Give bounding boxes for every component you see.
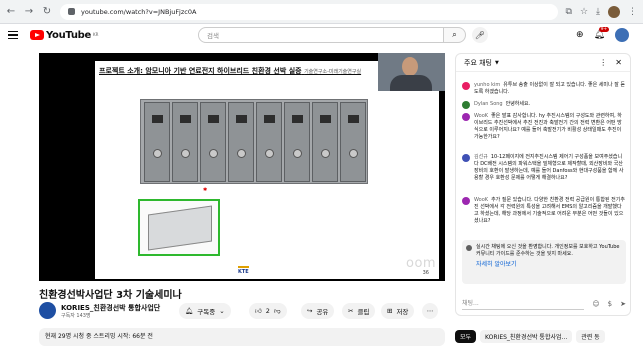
live-chat-panel: 주요 채팅 ▼ ⋮ ✕ yunho kim 유투브 송출 이상없이 잘 되고 있습… (455, 53, 631, 316)
description-box[interactable]: 현재 29명 시청 중 스트리밍 시작: 66분 전 (39, 328, 445, 346)
chat-text: 추가 질문 있습니다. 다양한 친환경 전력 공급원이 통합된 전기추진 선박에… (474, 197, 625, 224)
download-icon[interactable]: ⤓ (596, 7, 600, 17)
chat-text: 좋은 발표 감사합니다. hy 추진시스템의 구성도와 관련하여, 하이브리드 … (474, 113, 622, 140)
mic-icon: 🎤︎ (474, 30, 486, 40)
welcome-text: 실시간 채팅에 오신 것을 환영합니다. 개인정보를 보호하고 YouTube … (476, 244, 620, 257)
channel-row: KORIES_친환경선박 통합사업단 구독자 143명 🔔︎ 구독중 ⌄ 👍︎ … (39, 300, 445, 322)
switchboard-image (140, 99, 368, 184)
chat-avatar (462, 101, 470, 109)
forward-icon[interactable]: → (24, 6, 34, 17)
region-label: KR (93, 31, 99, 37)
browser-toolbar: ⧉ ☆ ⤓ ⋮ (566, 5, 637, 18)
marker-icon: ✱ (203, 187, 208, 193)
controller-image (138, 199, 220, 256)
youtube-play-icon (30, 30, 44, 40)
slide-subtitle: 기술연구소-미래기술연구실 (304, 69, 362, 75)
slide-title: 프로젝트 소개: 암모니아 기반 연료전지 하이브리드 친환경 선박 실증 기술… (99, 67, 362, 75)
super-chat-icon[interactable]: $ (608, 300, 612, 308)
menu-icon[interactable] (8, 31, 18, 39)
search-button[interactable]: ⌕ (444, 27, 466, 43)
slide-logo: KTE (238, 266, 249, 275)
url-text: youtube.com/watch?v=JNBjuFjzc0A (81, 7, 197, 16)
chevron-down-icon[interactable]: ▼ (495, 60, 499, 66)
header-actions: ⊕ 🔔︎ 9+ (576, 27, 629, 42)
notifications-button[interactable]: 🔔︎ 9+ (594, 27, 610, 40)
related-chips: 모두 KORIES_친환경선박 통합사업... 관련 동 (455, 330, 643, 346)
share-button[interactable]: ↪ 공유 (301, 303, 335, 319)
more-icon: ⋯ (426, 307, 434, 315)
bell-icon: 🔔︎ (185, 307, 194, 315)
save-icon: ⊞ (387, 307, 393, 315)
back-icon[interactable]: ← (6, 6, 16, 17)
clip-button[interactable]: ✂ 클립 (342, 303, 376, 319)
chat-message: WooK 추가 질문 있습니다. 다양한 친환경 전력 공급원이 통합된 전기추진… (462, 197, 626, 225)
video-title: 친환경선박사업단 3차 기술세미나 (39, 290, 182, 301)
subscriber-count: 구독자 143명 (61, 313, 91, 319)
install-icon[interactable]: ⧉ (566, 7, 572, 17)
video-slide: 프로젝트 소개: 암모니아 기반 연료전지 하이브리드 친환경 선박 실증 기술… (95, 61, 439, 279)
chat-author: WooK (474, 113, 489, 119)
channel-avatar[interactable] (39, 302, 56, 319)
video-player[interactable]: 프로젝트 소개: 암모니아 기반 연료전지 하이브리드 친환경 선박 실증 기술… (39, 53, 445, 281)
presenter-webcam (378, 53, 445, 91)
bookmark-star-icon[interactable]: ☆ (580, 7, 588, 17)
browser-menu-icon[interactable]: ⋮ (628, 7, 637, 17)
share-icon: ↪ (307, 307, 313, 315)
chat-author: 김선규 (474, 154, 488, 160)
create-icon[interactable]: ⊕ (576, 30, 584, 40)
browser-bar: ← → ↻ youtube.com/watch?v=JNBjuFjzc0A ⧉ … (0, 0, 643, 24)
voice-search-button[interactable]: 🎤︎ (472, 27, 488, 43)
chat-avatar (462, 197, 470, 205)
youtube-logo[interactable]: YouTube KR (30, 30, 98, 41)
search-input[interactable]: 검색 (198, 27, 444, 43)
chat-message: 김선규 10-12페이지에 전지추진시스템 제어기 구성품을 보여주셨습니다 DC… (462, 154, 626, 182)
chat-avatar (462, 154, 470, 162)
youtube-header: YouTube KR 검색 ⌕ 🎤︎ ⊕ 🔔︎ 9+ (0, 24, 643, 46)
like-button[interactable]: 👍︎ 2 👎︎ (249, 303, 287, 319)
logo-text: YouTube (46, 29, 91, 41)
chat-header: 주요 채팅 ▼ ⋮ ✕ (456, 54, 630, 72)
chip-channel[interactable]: KORIES_친환경선박 통합사업... (480, 330, 573, 343)
chat-text: 안녕하세요. (505, 101, 531, 107)
chat-message: yunho kim 유투브 송출 이상없이 잘 되고 있습니다. 좋은 세미나 잘… (462, 82, 626, 96)
chat-mode-selector[interactable]: 주요 채팅 (464, 58, 492, 68)
search-placeholder: 검색 (207, 32, 219, 40)
address-bar[interactable]: youtube.com/watch?v=JNBjuFjzc0A (60, 3, 558, 20)
reload-icon[interactable]: ↻ (42, 6, 52, 17)
send-icon[interactable]: ➤ (620, 300, 626, 308)
browser-profile-avatar[interactable] (608, 5, 620, 18)
close-icon[interactable]: ✕ (615, 58, 622, 67)
account-avatar[interactable] (615, 28, 629, 42)
chat-author: WooK (474, 197, 489, 203)
chat-input-row: 채팅... ☺ $ ➤ (462, 297, 626, 311)
chevron-down-icon: ⌄ (219, 307, 225, 315)
view-stats: 현재 29명 시청 중 스트리밍 시작: 66분 전 (45, 333, 153, 340)
chat-avatar (462, 113, 470, 121)
chat-input[interactable]: 채팅... (462, 298, 585, 310)
scissors-icon: ✂ (348, 307, 354, 315)
search-icon: ⌕ (452, 30, 457, 39)
info-icon (466, 245, 472, 251)
chat-message: Dylan Song 안녕하세요. (462, 101, 626, 109)
learn-more-link[interactable]: 자세히 알아보기 (476, 261, 622, 268)
like-count: 2 (265, 307, 270, 315)
chat-author: Dylan Song (474, 101, 503, 107)
thumbs-down-icon[interactable]: 👎︎ (274, 307, 281, 315)
chat-message: WooK 좋은 발표 감사합니다. hy 추진시스템의 구성도와 관련하여, 하이… (462, 113, 626, 141)
more-actions-button[interactable]: ⋯ (422, 303, 438, 319)
chat-author: yunho kim (474, 82, 501, 88)
chip-all[interactable]: 모두 (455, 330, 477, 343)
emoji-icon[interactable]: ☺ (592, 300, 599, 308)
zoom-watermark: oom (406, 256, 437, 271)
chat-avatar (462, 82, 470, 90)
chip-related[interactable]: 관련 동 (576, 330, 605, 343)
save-button[interactable]: ⊞ 저장 (381, 303, 415, 319)
subscribed-button[interactable]: 🔔︎ 구독중 ⌄ (179, 303, 231, 319)
chat-menu-icon[interactable]: ⋮ (599, 58, 607, 67)
chat-welcome-notice: 실시간 채팅에 오신 것을 환영합니다. 개인정보를 보호하고 YouTube … (462, 240, 626, 284)
site-info-icon[interactable] (68, 8, 75, 15)
chat-text: 10-12페이지에 전지추진시스템 제어기 구성품을 보여주셨습니다 DC배전 … (474, 154, 624, 181)
thumbs-up-icon: 👍︎ (255, 307, 262, 315)
notification-badge: 9+ (598, 27, 610, 32)
